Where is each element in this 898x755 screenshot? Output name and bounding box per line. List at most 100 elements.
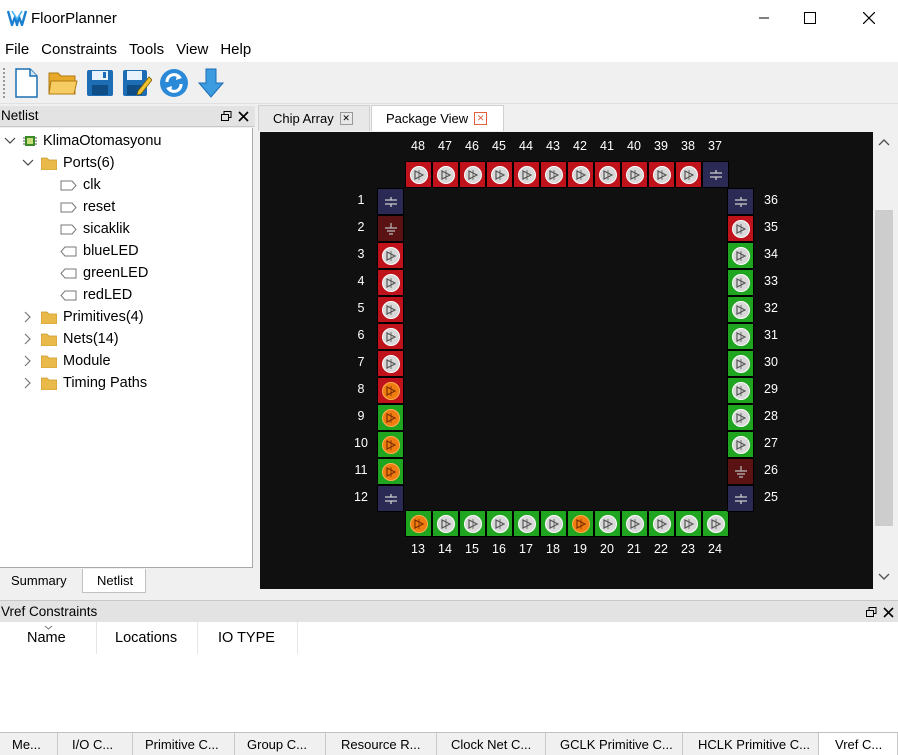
- chevron-down-icon[interactable]: [21, 156, 35, 170]
- chevron-right-icon[interactable]: [21, 310, 35, 324]
- close-panel-button[interactable]: [883, 605, 896, 618]
- pin-43[interactable]: [540, 161, 567, 188]
- tab-resource-reservation[interactable]: Resource R...: [326, 733, 437, 755]
- tab-primitive-constraints[interactable]: Primitive C...: [133, 733, 235, 755]
- pin-1[interactable]: [377, 188, 404, 215]
- pin-3[interactable]: [377, 242, 404, 269]
- menu-help[interactable]: Help: [215, 36, 258, 62]
- tab-messages[interactable]: Me...: [0, 733, 58, 755]
- netlist-tree[interactable]: KlimaOtomasyonu Ports(6) clk reset sicak…: [0, 128, 253, 568]
- pin-11[interactable]: [377, 458, 404, 485]
- pin-41[interactable]: [594, 161, 621, 188]
- pin-36[interactable]: [727, 188, 754, 215]
- tab-group-constraints[interactable]: Group C...: [235, 733, 326, 755]
- pin-31[interactable]: [727, 323, 754, 350]
- scroll-up-icon[interactable]: [878, 138, 890, 146]
- pin-6[interactable]: [377, 323, 404, 350]
- column-header-name[interactable]: Name: [0, 622, 97, 654]
- menu-tools[interactable]: Tools: [124, 36, 171, 62]
- pin-9[interactable]: [377, 404, 404, 431]
- pin-26[interactable]: [727, 458, 754, 485]
- pin-38[interactable]: [675, 161, 702, 188]
- tree-item-primitives[interactable]: Primitives(4): [21, 306, 144, 328]
- tab-netlist[interactable]: Netlist: [82, 569, 146, 593]
- pin-32[interactable]: [727, 296, 754, 323]
- pin-46[interactable]: [459, 161, 486, 188]
- pin-14[interactable]: [432, 510, 459, 537]
- menu-file[interactable]: File: [0, 36, 36, 62]
- pin-29[interactable]: [727, 377, 754, 404]
- tab-chip-array[interactable]: Chip Array ✕: [258, 105, 370, 131]
- pin-45[interactable]: [486, 161, 513, 188]
- vref-table[interactable]: Name Locations IO TYPE: [0, 622, 898, 732]
- minimize-button[interactable]: [741, 0, 787, 36]
- pin-19[interactable]: [567, 510, 594, 537]
- tree-port-clk[interactable]: clk: [60, 174, 101, 196]
- tree-port-greenled[interactable]: greenLED: [60, 262, 148, 284]
- pin-5[interactable]: [377, 296, 404, 323]
- pin-25[interactable]: [727, 485, 754, 512]
- pin-12[interactable]: [377, 485, 404, 512]
- pin-2[interactable]: [377, 215, 404, 242]
- pin-16[interactable]: [486, 510, 513, 537]
- pin-34[interactable]: [727, 242, 754, 269]
- close-tab-icon[interactable]: ✕: [339, 112, 353, 125]
- tab-io-constraints[interactable]: I/O C...: [58, 733, 133, 755]
- close-tab-icon[interactable]: ✕: [474, 112, 488, 125]
- column-header-locations[interactable]: Locations: [97, 622, 198, 654]
- pin-8[interactable]: [377, 377, 404, 404]
- refresh-button[interactable]: [158, 67, 190, 99]
- tab-gclk-primitive-constraints[interactable]: GCLK Primitive C...: [546, 733, 683, 755]
- chevron-right-icon[interactable]: [21, 376, 35, 390]
- tree-port-redled[interactable]: redLED: [60, 284, 132, 306]
- tree-item-nets[interactable]: Nets(14): [21, 328, 119, 350]
- menu-view[interactable]: View: [171, 36, 215, 62]
- close-window-button[interactable]: [846, 0, 892, 36]
- chevron-down-icon[interactable]: [3, 134, 17, 148]
- save-as-button[interactable]: [121, 67, 153, 99]
- pin-18[interactable]: [540, 510, 567, 537]
- pin-33[interactable]: [727, 269, 754, 296]
- pin-27[interactable]: [727, 431, 754, 458]
- tab-hclk-primitive-constraints[interactable]: HCLK Primitive C...: [683, 733, 819, 755]
- tab-summary[interactable]: Summary: [0, 569, 82, 593]
- pin-39[interactable]: [648, 161, 675, 188]
- column-header-io-type[interactable]: IO TYPE: [198, 622, 298, 654]
- pin-17[interactable]: [513, 510, 540, 537]
- pin-20[interactable]: [594, 510, 621, 537]
- open-folder-button[interactable]: [47, 67, 79, 99]
- pin-7[interactable]: [377, 350, 404, 377]
- tree-item-module[interactable]: Module: [21, 350, 111, 372]
- save-button[interactable]: [84, 67, 116, 99]
- pin-21[interactable]: [621, 510, 648, 537]
- pin-40[interactable]: [621, 161, 648, 188]
- pin-30[interactable]: [727, 350, 754, 377]
- pin-42[interactable]: [567, 161, 594, 188]
- chevron-right-icon[interactable]: [21, 354, 35, 368]
- tree-item-timing-paths[interactable]: Timing Paths: [21, 372, 147, 394]
- pin-48[interactable]: [405, 161, 432, 188]
- download-button[interactable]: [195, 67, 227, 99]
- float-panel-button[interactable]: [866, 605, 879, 618]
- tree-item-ports[interactable]: Ports(6): [21, 152, 115, 174]
- close-panel-button[interactable]: [238, 109, 251, 122]
- pin-35[interactable]: [727, 215, 754, 242]
- scrollbar-thumb[interactable]: [875, 210, 893, 526]
- tab-clock-net-constraints[interactable]: Clock Net C...: [437, 733, 546, 755]
- pin-24[interactable]: [702, 510, 729, 537]
- pin-4[interactable]: [377, 269, 404, 296]
- pin-37[interactable]: [702, 161, 729, 188]
- pin-47[interactable]: [432, 161, 459, 188]
- pin-44[interactable]: [513, 161, 540, 188]
- pin-15[interactable]: [459, 510, 486, 537]
- new-file-button[interactable]: [10, 67, 42, 99]
- tree-port-sicaklik[interactable]: sicaklik: [60, 218, 130, 240]
- menu-constraints[interactable]: Constraints: [36, 36, 124, 62]
- tab-package-view[interactable]: Package View ✕: [371, 105, 504, 131]
- pin-22[interactable]: [648, 510, 675, 537]
- tree-port-reset[interactable]: reset: [60, 196, 115, 218]
- pin-13[interactable]: [405, 510, 432, 537]
- tree-root[interactable]: KlimaOtomasyonu: [3, 130, 161, 152]
- package-view-canvas[interactable]: 48 47 46 45 44 43 42 41 40 39 38 37 1 2 3 4 5 6 7 8 9 10 11 12 1…: [260, 132, 873, 589]
- maximize-button[interactable]: [787, 0, 833, 36]
